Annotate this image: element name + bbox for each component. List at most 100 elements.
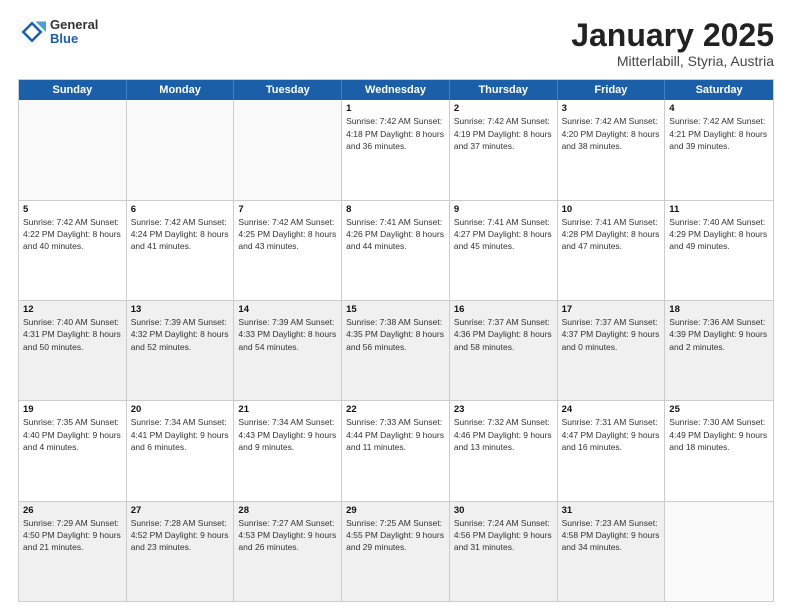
day-number: 27 — [131, 505, 230, 516]
calendar-cell — [127, 100, 235, 199]
calendar-cell: 4Sunrise: 7:42 AM Sunset: 4:21 PM Daylig… — [665, 100, 773, 199]
weekday-header: Monday — [127, 80, 235, 100]
calendar-cell: 10Sunrise: 7:41 AM Sunset: 4:28 PM Dayli… — [558, 201, 666, 300]
cell-content: Sunrise: 7:42 AM Sunset: 4:24 PM Dayligh… — [131, 216, 230, 253]
calendar-cell — [19, 100, 127, 199]
day-number: 20 — [131, 404, 230, 415]
day-number: 6 — [131, 204, 230, 215]
day-number: 1 — [346, 103, 445, 114]
logo-icon — [18, 18, 46, 46]
header: General Blue January 2025 Mitterlabill, … — [18, 18, 774, 69]
cell-content: Sunrise: 7:34 AM Sunset: 4:41 PM Dayligh… — [131, 416, 230, 453]
cell-content: Sunrise: 7:39 AM Sunset: 4:33 PM Dayligh… — [238, 316, 337, 353]
cell-content: Sunrise: 7:38 AM Sunset: 4:35 PM Dayligh… — [346, 316, 445, 353]
cell-content: Sunrise: 7:40 AM Sunset: 4:31 PM Dayligh… — [23, 316, 122, 353]
cell-content: Sunrise: 7:33 AM Sunset: 4:44 PM Dayligh… — [346, 416, 445, 453]
cell-content: Sunrise: 7:32 AM Sunset: 4:46 PM Dayligh… — [454, 416, 553, 453]
day-number: 4 — [669, 103, 769, 114]
calendar-cell: 5Sunrise: 7:42 AM Sunset: 4:22 PM Daylig… — [19, 201, 127, 300]
day-number: 28 — [238, 505, 337, 516]
cell-content: Sunrise: 7:41 AM Sunset: 4:27 PM Dayligh… — [454, 216, 553, 253]
day-number: 16 — [454, 304, 553, 315]
cell-content: Sunrise: 7:30 AM Sunset: 4:49 PM Dayligh… — [669, 416, 769, 453]
day-number: 3 — [562, 103, 661, 114]
day-number: 19 — [23, 404, 122, 415]
calendar-cell: 21Sunrise: 7:34 AM Sunset: 4:43 PM Dayli… — [234, 401, 342, 500]
logo-general-text: General — [50, 18, 98, 32]
day-number: 24 — [562, 404, 661, 415]
day-number: 31 — [562, 505, 661, 516]
day-number: 23 — [454, 404, 553, 415]
cell-content: Sunrise: 7:37 AM Sunset: 4:37 PM Dayligh… — [562, 316, 661, 353]
calendar-cell: 20Sunrise: 7:34 AM Sunset: 4:41 PM Dayli… — [127, 401, 235, 500]
day-number: 7 — [238, 204, 337, 215]
cell-content: Sunrise: 7:39 AM Sunset: 4:32 PM Dayligh… — [131, 316, 230, 353]
cell-content: Sunrise: 7:40 AM Sunset: 4:29 PM Dayligh… — [669, 216, 769, 253]
cell-content: Sunrise: 7:41 AM Sunset: 4:26 PM Dayligh… — [346, 216, 445, 253]
weekday-header: Saturday — [665, 80, 773, 100]
day-number: 2 — [454, 103, 553, 114]
cell-content: Sunrise: 7:24 AM Sunset: 4:56 PM Dayligh… — [454, 517, 553, 554]
calendar-body: 1Sunrise: 7:42 AM Sunset: 4:18 PM Daylig… — [19, 100, 773, 601]
cell-content: Sunrise: 7:42 AM Sunset: 4:20 PM Dayligh… — [562, 115, 661, 152]
calendar-cell: 18Sunrise: 7:36 AM Sunset: 4:39 PM Dayli… — [665, 301, 773, 400]
day-number: 15 — [346, 304, 445, 315]
weekday-header: Tuesday — [234, 80, 342, 100]
calendar-cell: 9Sunrise: 7:41 AM Sunset: 4:27 PM Daylig… — [450, 201, 558, 300]
cell-content: Sunrise: 7:25 AM Sunset: 4:55 PM Dayligh… — [346, 517, 445, 554]
calendar-cell — [665, 502, 773, 601]
calendar-header: SundayMondayTuesdayWednesdayThursdayFrid… — [19, 80, 773, 100]
day-number: 21 — [238, 404, 337, 415]
day-number: 13 — [131, 304, 230, 315]
cell-content: Sunrise: 7:42 AM Sunset: 4:21 PM Dayligh… — [669, 115, 769, 152]
cell-content: Sunrise: 7:36 AM Sunset: 4:39 PM Dayligh… — [669, 316, 769, 353]
cell-content: Sunrise: 7:23 AM Sunset: 4:58 PM Dayligh… — [562, 517, 661, 554]
day-number: 11 — [669, 204, 769, 215]
calendar-row: 26Sunrise: 7:29 AM Sunset: 4:50 PM Dayli… — [19, 502, 773, 601]
logo-blue-text: Blue — [50, 32, 98, 46]
logo-text: General Blue — [50, 18, 98, 47]
day-number: 8 — [346, 204, 445, 215]
location: Mitterlabill, Styria, Austria — [571, 53, 774, 69]
logo: General Blue — [18, 18, 98, 47]
day-number: 25 — [669, 404, 769, 415]
day-number: 10 — [562, 204, 661, 215]
calendar-cell: 23Sunrise: 7:32 AM Sunset: 4:46 PM Dayli… — [450, 401, 558, 500]
calendar-row: 12Sunrise: 7:40 AM Sunset: 4:31 PM Dayli… — [19, 301, 773, 401]
day-number: 30 — [454, 505, 553, 516]
cell-content: Sunrise: 7:42 AM Sunset: 4:19 PM Dayligh… — [454, 115, 553, 152]
calendar-cell: 6Sunrise: 7:42 AM Sunset: 4:24 PM Daylig… — [127, 201, 235, 300]
calendar-cell: 13Sunrise: 7:39 AM Sunset: 4:32 PM Dayli… — [127, 301, 235, 400]
calendar-cell: 31Sunrise: 7:23 AM Sunset: 4:58 PM Dayli… — [558, 502, 666, 601]
cell-content: Sunrise: 7:35 AM Sunset: 4:40 PM Dayligh… — [23, 416, 122, 453]
day-number: 9 — [454, 204, 553, 215]
calendar-cell: 1Sunrise: 7:42 AM Sunset: 4:18 PM Daylig… — [342, 100, 450, 199]
calendar-cell: 28Sunrise: 7:27 AM Sunset: 4:53 PM Dayli… — [234, 502, 342, 601]
cell-content: Sunrise: 7:29 AM Sunset: 4:50 PM Dayligh… — [23, 517, 122, 554]
calendar-cell: 14Sunrise: 7:39 AM Sunset: 4:33 PM Dayli… — [234, 301, 342, 400]
cell-content: Sunrise: 7:28 AM Sunset: 4:52 PM Dayligh… — [131, 517, 230, 554]
cell-content: Sunrise: 7:27 AM Sunset: 4:53 PM Dayligh… — [238, 517, 337, 554]
calendar-cell: 2Sunrise: 7:42 AM Sunset: 4:19 PM Daylig… — [450, 100, 558, 199]
calendar-cell: 30Sunrise: 7:24 AM Sunset: 4:56 PM Dayli… — [450, 502, 558, 601]
cell-content: Sunrise: 7:31 AM Sunset: 4:47 PM Dayligh… — [562, 416, 661, 453]
calendar-cell: 17Sunrise: 7:37 AM Sunset: 4:37 PM Dayli… — [558, 301, 666, 400]
cell-content: Sunrise: 7:41 AM Sunset: 4:28 PM Dayligh… — [562, 216, 661, 253]
calendar-cell: 19Sunrise: 7:35 AM Sunset: 4:40 PM Dayli… — [19, 401, 127, 500]
calendar-cell: 29Sunrise: 7:25 AM Sunset: 4:55 PM Dayli… — [342, 502, 450, 601]
month-title: January 2025 — [571, 18, 774, 53]
day-number: 17 — [562, 304, 661, 315]
cell-content: Sunrise: 7:42 AM Sunset: 4:18 PM Dayligh… — [346, 115, 445, 152]
page: General Blue January 2025 Mitterlabill, … — [0, 0, 792, 612]
calendar-cell: 24Sunrise: 7:31 AM Sunset: 4:47 PM Dayli… — [558, 401, 666, 500]
day-number: 29 — [346, 505, 445, 516]
cell-content: Sunrise: 7:37 AM Sunset: 4:36 PM Dayligh… — [454, 316, 553, 353]
calendar-cell: 3Sunrise: 7:42 AM Sunset: 4:20 PM Daylig… — [558, 100, 666, 199]
calendar-row: 1Sunrise: 7:42 AM Sunset: 4:18 PM Daylig… — [19, 100, 773, 200]
calendar-cell: 27Sunrise: 7:28 AM Sunset: 4:52 PM Dayli… — [127, 502, 235, 601]
day-number: 26 — [23, 505, 122, 516]
cell-content: Sunrise: 7:42 AM Sunset: 4:22 PM Dayligh… — [23, 216, 122, 253]
day-number: 5 — [23, 204, 122, 215]
calendar-cell: 16Sunrise: 7:37 AM Sunset: 4:36 PM Dayli… — [450, 301, 558, 400]
calendar: SundayMondayTuesdayWednesdayThursdayFrid… — [18, 79, 774, 602]
